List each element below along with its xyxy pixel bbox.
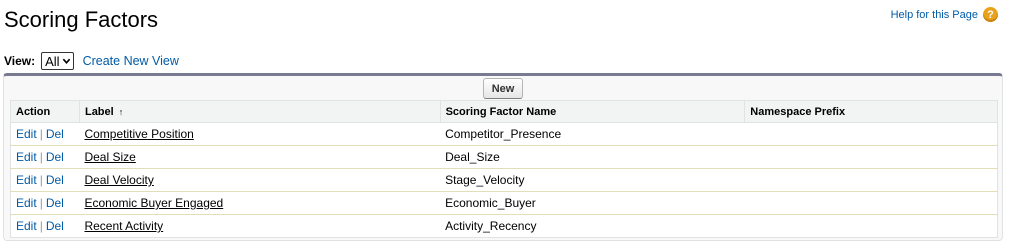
row-scoring-factor-name: Activity_Recency xyxy=(445,219,537,233)
table-row: Edit | Del Competitive Position Competitor… xyxy=(10,122,998,146)
row-label: Competitive Position xyxy=(79,122,441,146)
edit-link[interactable]: Edit xyxy=(16,196,37,210)
row-label: Deal Size xyxy=(79,145,441,169)
label-link[interactable]: Recent Activity xyxy=(84,219,163,233)
row-scoring-factor-name: Stage_Velocity xyxy=(440,168,745,192)
action-separator: | xyxy=(39,173,43,187)
row-label: Deal Velocity xyxy=(79,168,441,192)
table-row: Edit | Del Deal Velocity Stage_Velocity xyxy=(10,168,998,192)
row-actions: Edit | Del xyxy=(11,215,80,238)
row-namespace-prefix xyxy=(744,122,998,146)
table-row: Edit | Del Deal Size Deal_Size xyxy=(10,145,998,169)
chevron-down-icon xyxy=(62,58,70,65)
edit-link[interactable]: Edit xyxy=(16,127,37,141)
page-title: Scoring Factors xyxy=(4,7,159,32)
row-namespace-prefix xyxy=(744,168,998,192)
row-label: Economic Buyer Engaged xyxy=(79,191,441,215)
action-separator: | xyxy=(39,127,43,141)
action-separator: | xyxy=(39,219,43,233)
delete-link[interactable]: Del xyxy=(46,196,64,210)
new-button[interactable]: New xyxy=(482,78,524,99)
label-link[interactable]: Competitive Position xyxy=(84,127,193,141)
edit-link[interactable]: Edit xyxy=(16,219,37,233)
delete-link[interactable]: Del xyxy=(46,150,64,164)
create-new-view-link[interactable]: Create New View xyxy=(83,54,179,68)
delete-link[interactable]: Del xyxy=(46,219,64,233)
table-row: Edit | Del Recent Activity Activity_Recenc… xyxy=(11,215,998,238)
table-header-row: Action Label ↑ Scoring Factor Name Namesp… xyxy=(10,100,998,123)
column-header-label[interactable]: Label ↑ xyxy=(79,100,441,123)
delete-link[interactable]: Del xyxy=(46,173,64,187)
row-actions: Edit | Del xyxy=(10,122,80,146)
button-row: New xyxy=(4,78,1002,99)
column-header-action: Action xyxy=(10,100,80,123)
view-label: View: xyxy=(4,54,36,68)
row-label: Recent Activity xyxy=(79,215,440,238)
column-header-scoring-factor-name[interactable]: Scoring Factor Name xyxy=(440,100,746,123)
row-scoring-factor-name: Economic_Buyer xyxy=(440,191,745,215)
action-separator: | xyxy=(39,196,43,210)
label-link[interactable]: Deal Velocity xyxy=(84,173,153,187)
edit-link[interactable]: Edit xyxy=(16,173,37,187)
row-namespace-prefix xyxy=(744,145,998,169)
row-scoring-factor-name: Competitor_Presence xyxy=(440,122,745,146)
row-scoring-factor-name: Deal_Size xyxy=(440,145,745,169)
help-link[interactable]: Help for this Page ? xyxy=(891,7,998,22)
help-link-label[interactable]: Help for this Page xyxy=(891,9,978,21)
view-select[interactable]: All xyxy=(41,52,74,70)
row-namespace-prefix xyxy=(745,215,998,238)
scoring-factors-table: Action Label ↑ Scoring Factor Name Namesp… xyxy=(10,100,998,238)
table-row: Edit | Del Economic Buyer Engaged Economic… xyxy=(10,191,998,215)
row-actions: Edit | Del xyxy=(10,145,80,169)
column-header-namespace-prefix[interactable]: Namespace Prefix xyxy=(744,100,998,123)
row-actions: Edit | Del xyxy=(10,168,80,192)
question-icon[interactable]: ? xyxy=(983,7,998,22)
edit-link[interactable]: Edit xyxy=(16,150,37,164)
column-header-label-text[interactable]: Label xyxy=(85,106,114,118)
action-separator: | xyxy=(39,150,43,164)
label-link[interactable]: Economic Buyer Engaged xyxy=(84,196,223,210)
view-selector-row: View: All Create New View xyxy=(4,52,179,70)
list-panel: New Action Label ↑ Scoring Factor Name Na… xyxy=(3,73,1003,241)
row-actions: Edit | Del xyxy=(10,191,80,215)
label-link[interactable]: Deal Size xyxy=(84,150,135,164)
delete-link[interactable]: Del xyxy=(46,127,64,141)
view-select-value: All xyxy=(45,53,60,69)
sort-ascending-icon[interactable]: ↑ xyxy=(119,107,124,117)
page: Scoring Factors Help for this Page ? Vie… xyxy=(0,0,1018,248)
row-namespace-prefix xyxy=(744,191,998,215)
